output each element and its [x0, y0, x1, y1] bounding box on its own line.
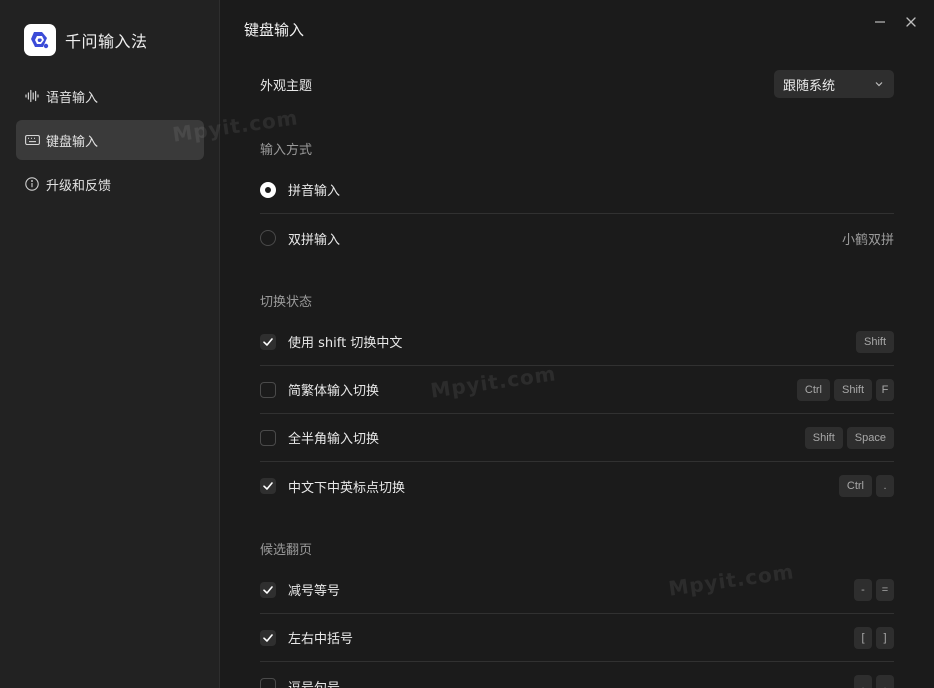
- check-icon: [263, 337, 273, 346]
- app-logo-icon: [24, 24, 56, 56]
- option-label: 简繁体输入切换: [288, 384, 380, 399]
- keyboard-icon: [24, 132, 40, 148]
- check-row-punctuation[interactable]: 中文下中英标点切换 Ctrl .: [260, 462, 894, 510]
- checkbox[interactable]: [260, 429, 276, 446]
- page-title: 键盘输入: [244, 21, 305, 39]
- key-cap: Shift: [804, 426, 843, 449]
- key-cap: [: [854, 626, 872, 649]
- option-label: 逗号句号: [288, 680, 341, 688]
- sidebar-item-keyboard-input[interactable]: 键盘输入: [16, 120, 204, 160]
- key-cap: =: [876, 578, 894, 601]
- brand: 千问输入法: [24, 24, 148, 56]
- key-cap: -: [854, 578, 872, 601]
- shortcut-keys: Shift Space: [804, 426, 894, 449]
- checkbox[interactable]: [260, 478, 276, 494]
- key-cap: .: [876, 675, 894, 688]
- sidebar-item-voice-input[interactable]: 语音输入: [16, 76, 204, 116]
- waveform-icon: [24, 88, 40, 104]
- sidebar-item-label: 键盘输入: [46, 134, 99, 150]
- check-row-simplified-traditional[interactable]: 简繁体输入切换 Ctrl Shift F: [260, 366, 894, 414]
- radio-button[interactable]: [260, 230, 276, 246]
- option-label: 左右中括号: [288, 632, 354, 647]
- checkbox[interactable]: [260, 678, 276, 688]
- option-label: 全半角输入切换: [288, 432, 380, 447]
- app-window: 千问输入法 语音输入 键盘输入 升级和反馈 键盘输入 外观主题 跟随系统 输入方…: [0, 0, 934, 688]
- theme-select-value: 跟随系统: [783, 78, 836, 94]
- check-icon: [263, 633, 273, 642]
- radio-row-shuangpin[interactable]: 双拼输入 小鹤双拼: [260, 214, 894, 262]
- key-cap: Ctrl: [796, 378, 830, 401]
- main-panel: 键盘输入 外观主题 跟随系统 输入方式 拼音输入 双拼输入 小鹤双拼 切换状态 …: [221, 0, 934, 688]
- shortcut-keys: [ ]: [854, 626, 894, 649]
- option-label: 减号等号: [288, 584, 341, 599]
- chevron-down-icon: [875, 82, 883, 87]
- sidebar-item-label: 升级和反馈: [46, 178, 112, 194]
- check-row-comma-period[interactable]: 逗号句号 , .: [260, 662, 894, 688]
- shortcut-keys: Ctrl .: [838, 475, 894, 497]
- key-cap: Space: [846, 426, 894, 449]
- app-name: 千问输入法: [65, 32, 148, 51]
- key-cap: Shift: [833, 378, 872, 401]
- checkbox[interactable]: [260, 629, 276, 646]
- sidebar-item-label: 语音输入: [46, 90, 99, 106]
- shortcut-keys: Shift: [855, 330, 894, 353]
- key-cap: Shift: [855, 330, 894, 353]
- shortcut-keys: - =: [854, 578, 894, 601]
- radio-button[interactable]: [260, 181, 276, 198]
- sidebar-nav: 语音输入 键盘输入 升级和反馈: [16, 76, 204, 208]
- check-row-shift-chinese[interactable]: 使用 shift 切换中文 Shift: [260, 318, 894, 366]
- sidebar-item-upgrade-feedback[interactable]: 升级和反馈: [16, 164, 204, 204]
- checkbox[interactable]: [260, 333, 276, 350]
- shortcut-keys: Ctrl Shift F: [796, 378, 894, 401]
- info-icon: [24, 176, 40, 192]
- option-label: 双拼输入: [288, 232, 341, 248]
- sidebar: 千问输入法 语音输入 键盘输入 升级和反馈: [0, 0, 220, 688]
- check-row-brackets[interactable]: 左右中括号 [ ]: [260, 614, 894, 662]
- check-icon: [263, 482, 273, 490]
- section-title-switch-state: 切换状态: [260, 295, 313, 310]
- shortcut-keys: , .: [854, 675, 894, 688]
- shuangpin-scheme-link[interactable]: 小鹤双拼: [842, 229, 894, 248]
- key-cap: ]: [876, 626, 894, 649]
- key-cap: F: [876, 378, 894, 401]
- section-title-input-method: 输入方式: [260, 143, 313, 158]
- theme-select[interactable]: 跟随系统: [774, 70, 894, 98]
- check-row-full-half-width[interactable]: 全半角输入切换 Shift Space: [260, 414, 894, 462]
- key-cap: ,: [854, 675, 872, 688]
- key-cap: Ctrl: [838, 475, 872, 497]
- checkbox[interactable]: [260, 381, 276, 398]
- close-button[interactable]: [901, 12, 921, 32]
- radio-row-pinyin[interactable]: 拼音输入: [260, 166, 894, 214]
- option-label: 拼音输入: [288, 184, 341, 199]
- appearance-label: 外观主题: [260, 78, 313, 94]
- check-row-minus-equal[interactable]: 减号等号 - =: [260, 566, 894, 614]
- minimize-button[interactable]: [870, 12, 890, 32]
- option-label: 中文下中英标点切换: [288, 480, 406, 496]
- checkbox[interactable]: [260, 581, 276, 598]
- section-title-paging: 候选翻页: [260, 543, 313, 558]
- option-label: 使用 shift 切换中文: [288, 336, 403, 351]
- check-icon: [263, 585, 273, 594]
- key-cap: .: [876, 475, 894, 497]
